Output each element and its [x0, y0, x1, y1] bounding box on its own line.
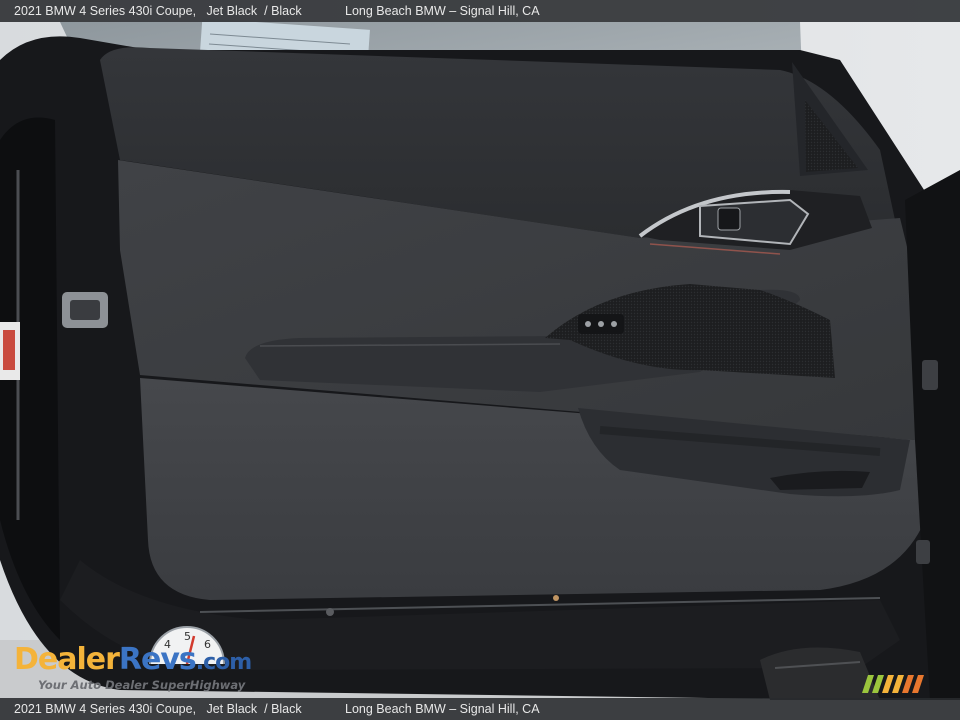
- lock-switch: [717, 207, 741, 231]
- logo-word-dealer: Dealer: [14, 642, 120, 677]
- logo-word-revs: Revs: [118, 642, 197, 677]
- stripes-badge-icon: [862, 675, 924, 693]
- dealer-caption-bottom: Long Beach BMW – Signal Hill, CA: [345, 702, 540, 716]
- caption-bar-bottom: 2021 BMW 4 Series 430i Coupe, Jet Black …: [0, 698, 960, 720]
- dealer-caption: Long Beach BMW – Signal Hill, CA: [345, 4, 540, 18]
- vehicle-caption: 2021 BMW 4 Series 430i Coupe, Jet Black …: [14, 4, 302, 18]
- door-photo: [0, 0, 960, 720]
- logo-tagline: Your Auto Dealer SuperHighway: [38, 678, 246, 692]
- logo-wordmark: DealerRevs.com: [14, 642, 252, 677]
- caption-bar-top: 2021 BMW 4 Series 430i Coupe, Jet Black …: [0, 0, 960, 22]
- dealerrevs-logo: 4 5 6 DealerRevs.com Your Auto Dealer Su…: [12, 626, 272, 694]
- vehicle-caption-bottom: 2021 BMW 4 Series 430i Coupe, Jet Black …: [14, 702, 302, 716]
- logo-word-com: .com: [195, 650, 252, 675]
